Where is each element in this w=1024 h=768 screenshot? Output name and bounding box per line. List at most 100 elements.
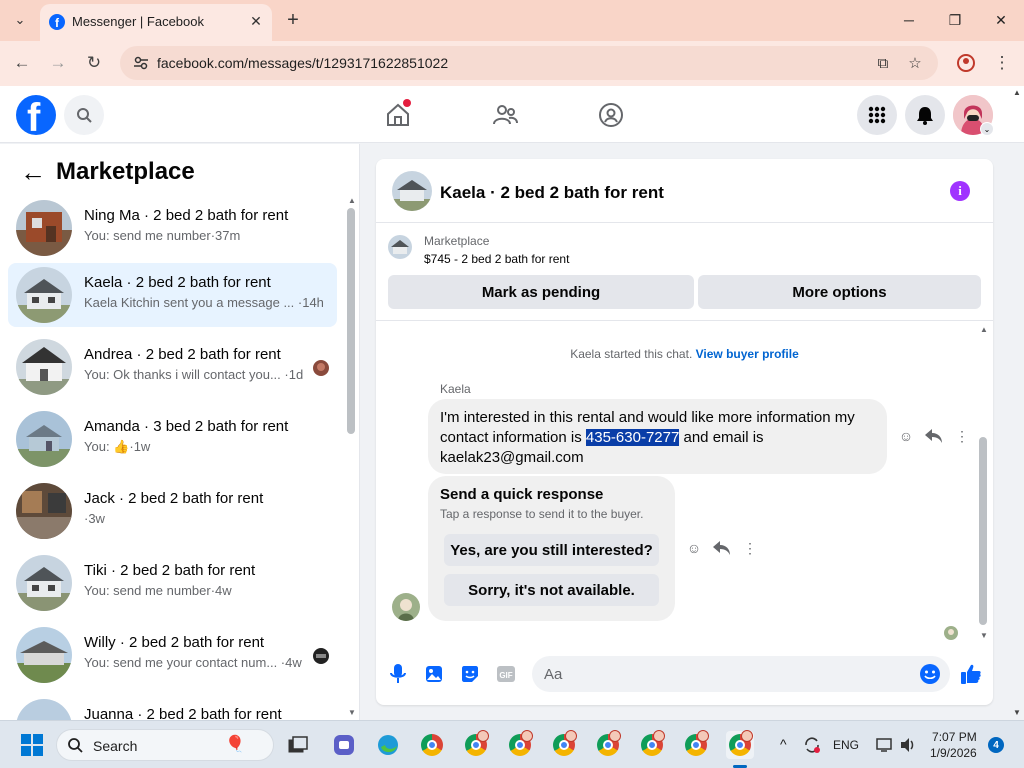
scroll-down-icon[interactable]: ▼ [348, 708, 356, 717]
chat-title[interactable]: Kaela · 2 bed 2 bath for rent [440, 183, 664, 203]
browser-tab-messenger[interactable]: f Messenger | Facebook ✕ [40, 4, 272, 41]
more-actions-icon[interactable]: ⋮ [740, 538, 760, 558]
window-close-icon[interactable]: ✕ [978, 0, 1024, 40]
windows-start-icon[interactable] [18, 731, 46, 759]
listing-thumbnail [16, 411, 72, 467]
page-scroll-down-icon[interactable]: ▼ [1013, 708, 1021, 717]
tray-chevron-icon[interactable]: ^ [780, 736, 787, 752]
listing-mini-thumbnail[interactable] [388, 235, 412, 259]
tab-search-dropdown-icon[interactable]: ⌄ [6, 6, 34, 34]
meet-app-icon[interactable] [330, 731, 358, 759]
install-app-icon[interactable]: ⧉ [872, 52, 894, 74]
account-caret-icon[interactable]: ⌄ [980, 122, 994, 136]
chrome-profile-icon[interactable] [594, 730, 622, 759]
more-options-button[interactable]: More options [698, 275, 981, 309]
scroll-up-icon[interactable]: ▲ [348, 196, 356, 205]
new-tab-icon[interactable]: + [280, 6, 306, 34]
minimize-icon[interactable]: ─ [886, 0, 932, 40]
conversation-item[interactable]: Andrea · 2 bed 2 bath for rent You: Ok t… [8, 335, 337, 399]
chrome-profile-icon[interactable] [682, 730, 710, 759]
back-arrow-icon[interactable]: ← [20, 157, 50, 188]
incoming-message[interactable]: I'm interested in this rental and would … [428, 399, 887, 474]
chat-scrollbar[interactable] [979, 437, 987, 625]
conversation-item[interactable]: Willy · 2 bed 2 bath for rent You: send … [8, 623, 337, 687]
chrome-icon[interactable] [418, 731, 446, 759]
quick-response-option[interactable]: Yes, are you still interested? [444, 534, 659, 566]
reload-icon[interactable]: ↻ [80, 49, 108, 77]
mark-as-pending-button[interactable]: Mark as pending [388, 275, 694, 309]
conversation-item[interactable]: Tiki · 2 bed 2 bath for rent You: send m… [8, 551, 337, 615]
left-scrollbar[interactable] [347, 208, 355, 434]
address-bar[interactable]: facebook.com/messages/t/1293171622851022… [120, 46, 938, 80]
reply-icon[interactable] [712, 538, 732, 558]
chat-scroll-down-icon[interactable]: ▼ [980, 631, 988, 640]
conversation-item[interactable]: Ning Ma · 2 bed 2 bath for rent You: sen… [8, 196, 337, 260]
clock-date: 1/9/2026 [930, 746, 977, 760]
chrome-active-window-icon[interactable] [726, 730, 754, 759]
volume-icon[interactable] [894, 731, 922, 759]
bookmark-star-icon[interactable]: ☆ [904, 52, 926, 74]
emoji-icon[interactable] [918, 662, 942, 686]
message-sender: Kaela [440, 382, 471, 396]
conversation-name: Juanna · 2 bed 2 bath for rent [84, 706, 282, 720]
chrome-profile-icon[interactable] [550, 730, 578, 759]
like-thumbs-up-icon[interactable] [959, 662, 983, 686]
chat-scroll-up-icon[interactable]: ▲ [980, 325, 988, 334]
buyer-avatar[interactable] [392, 593, 420, 621]
page-scroll-up-icon[interactable]: ▲ [1013, 88, 1021, 97]
friends-icon[interactable] [488, 98, 522, 132]
menu-grid-icon[interactable] [857, 95, 897, 135]
quick-response-card: Send a quick response Tap a response to … [428, 476, 675, 621]
conversation-preview: You: send me your contact num... ·4w [84, 655, 302, 670]
site-settings-icon[interactable] [132, 54, 150, 72]
task-view-icon[interactable] [284, 731, 312, 759]
participant-avatar [313, 360, 329, 376]
clock[interactable]: 7:07 PM 1/9/2026 [930, 729, 977, 761]
edge-browser-icon[interactable] [374, 731, 402, 759]
sync-icon[interactable] [798, 731, 826, 759]
listing-summary: Marketplace $745 - 2 bed 2 bath for rent… [376, 223, 993, 321]
conversation-item-active[interactable]: Kaela · 2 bed 2 bath for rent Kaela Kitc… [8, 263, 337, 327]
message-input[interactable]: Aa [532, 656, 950, 692]
conversation-item[interactable]: Jack · 2 bed 2 bath for rent ·3w [8, 479, 337, 543]
tab-title: Messenger | Facebook [72, 14, 204, 29]
back-icon[interactable]: ← [8, 49, 36, 77]
chrome-profile-icon[interactable] [638, 730, 666, 759]
info-icon[interactable]: i [950, 181, 970, 201]
listing-thumbnail [16, 200, 72, 256]
notifications-bell-icon[interactable] [905, 95, 945, 135]
facebook-logo-icon[interactable]: f [16, 95, 56, 135]
gif-icon[interactable]: GIF [494, 662, 518, 686]
react-smiley-icon[interactable]: ☺ [896, 426, 916, 446]
listing-title[interactable]: $745 - 2 bed 2 bath for rent [424, 252, 569, 266]
chat-listing-avatar[interactable] [392, 171, 432, 211]
chrome-profile-icon[interactable] [462, 730, 490, 759]
home-icon[interactable] [381, 98, 415, 132]
view-buyer-profile-link[interactable]: View buyer profile [696, 347, 799, 361]
tab-close-icon[interactable]: ✕ [246, 11, 266, 31]
sticker-icon[interactable] [458, 662, 482, 686]
search-icon[interactable] [64, 95, 104, 135]
listing-thumbnail [16, 339, 72, 395]
listing-thumbnail [16, 627, 72, 683]
browser-menu-icon[interactable]: ⋮ [988, 49, 1016, 77]
quick-response-option[interactable]: Sorry, it's not available. [444, 574, 659, 606]
taskbar-search[interactable]: Search 🎈 [56, 729, 274, 761]
profile-icon[interactable] [952, 49, 980, 77]
facebook-favicon-icon: f [49, 14, 65, 30]
language-indicator[interactable]: ENG [833, 738, 859, 752]
groups-icon[interactable] [594, 98, 628, 132]
restore-icon[interactable]: ❐ [932, 0, 978, 40]
photo-icon[interactable] [422, 662, 446, 686]
chrome-profile-icon[interactable] [506, 730, 534, 759]
conversation-item[interactable]: Amanda · 3 bed 2 bath for rent You: 👍·1w [8, 407, 337, 471]
microphone-icon[interactable] [386, 662, 410, 686]
react-smiley-icon[interactable]: ☺ [684, 538, 704, 558]
chat-header: Kaela · 2 bed 2 bath for rent i [376, 159, 993, 223]
more-actions-icon[interactable]: ⋮ [952, 426, 972, 446]
conversation-item[interactable]: Juanna · 2 bed 2 bath for rent [8, 695, 337, 720]
reply-icon[interactable] [924, 426, 944, 446]
notification-count-badge[interactable]: 4 [988, 737, 1004, 753]
forward-icon[interactable]: → [44, 49, 72, 77]
listing-thumbnail [16, 699, 72, 720]
